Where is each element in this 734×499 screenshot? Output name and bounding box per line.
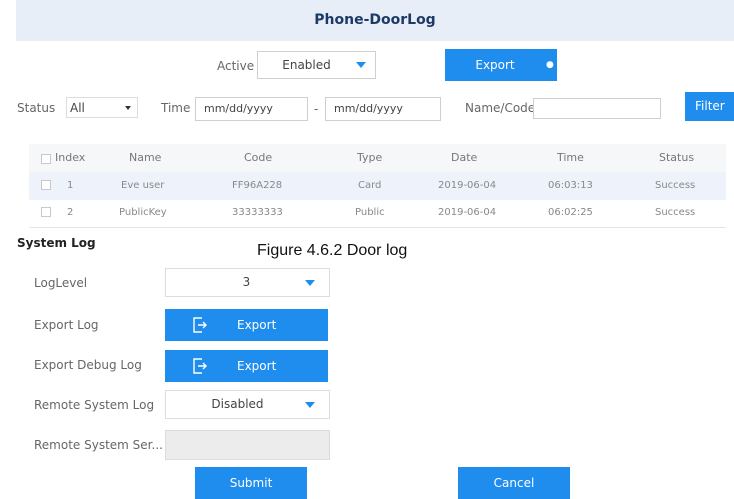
status-select-value: All (70, 101, 85, 115)
cancel-button[interactable]: Cancel (458, 467, 570, 499)
cell-name: PublicKey (119, 207, 167, 218)
loglevel-select[interactable]: 3 (165, 268, 330, 297)
section-title: System Log (17, 236, 96, 250)
column-header: Time (557, 151, 584, 164)
loglevel-value: 3 (242, 275, 251, 289)
figure-caption: Figure 4.6.2 Door log (257, 242, 408, 259)
export-debug-log-button-label: Export (237, 359, 277, 373)
cell-index: 1 (67, 180, 74, 191)
export-icon (193, 358, 207, 374)
filter-button[interactable]: Filter (685, 92, 734, 121)
namecode-label: Name/Code (465, 101, 536, 115)
cell-date: 2019-06-04 (438, 180, 497, 191)
export-dropdown-button[interactable]: Export ● (445, 49, 557, 81)
cell-type: Public (355, 207, 385, 218)
export-dropdown-label: Export (475, 58, 515, 72)
row-checkbox[interactable] (41, 180, 51, 190)
column-header: Status (659, 151, 695, 164)
chevron-down-icon (125, 106, 131, 110)
export-debug-log-button[interactable]: Export (165, 350, 328, 382)
date-to-input[interactable]: mm/dd/yyyy (325, 97, 441, 121)
cell-type: Card (358, 180, 382, 191)
dropdown-dot-icon: ● (546, 60, 554, 70)
date-from-input[interactable]: mm/dd/yyyy (195, 97, 308, 121)
cell-code: 33333333 (232, 207, 283, 218)
export-log-button[interactable]: Export (165, 309, 328, 341)
column-header: Type (357, 151, 383, 164)
loglevel-label: LogLevel (34, 276, 88, 290)
column-header: Index (55, 151, 86, 164)
remote-system-log-select[interactable]: Disabled (165, 390, 330, 419)
remote-system-log-label: Remote System Log (34, 398, 155, 412)
table-divider (29, 227, 726, 228)
column-header: Name (129, 151, 162, 164)
chevron-down-icon (305, 280, 315, 286)
cell-name: Eve user (121, 180, 165, 191)
remote-system-server-label: Remote System Ser... (34, 438, 163, 452)
active-select[interactable]: Enabled (257, 51, 376, 79)
column-header: Date (451, 151, 478, 164)
cell-time: 06:03:13 (548, 180, 593, 191)
remote-system-server-input[interactable] (165, 430, 330, 460)
export-debug-log-label: Export Debug Log (34, 358, 142, 372)
export-log-label: Export Log (34, 318, 99, 332)
export-icon (193, 317, 207, 333)
cell-time: 06:02:25 (548, 207, 593, 218)
cell-status: Success (655, 180, 696, 191)
cell-status: Success (655, 207, 696, 218)
chevron-down-icon (356, 62, 366, 68)
remote-system-log-value: Disabled (211, 397, 264, 411)
submit-button[interactable]: Submit (195, 467, 307, 499)
row-checkbox[interactable] (41, 207, 51, 217)
cell-index: 2 (67, 207, 74, 218)
time-label: Time (161, 101, 191, 115)
active-select-value: Enabled (282, 58, 331, 72)
select-all-checkbox[interactable] (41, 154, 51, 164)
cell-date: 2019-06-04 (438, 207, 497, 218)
date-separator: - (314, 102, 319, 116)
column-header: Code (244, 151, 273, 164)
page-title: Phone-DoorLog (16, 0, 734, 41)
status-label: Status (17, 101, 56, 115)
cell-code: FF96A228 (232, 180, 283, 191)
chevron-down-icon (305, 402, 315, 408)
export-log-button-label: Export (237, 318, 277, 332)
status-select[interactable]: All (66, 97, 138, 118)
namecode-input[interactable] (533, 98, 661, 119)
